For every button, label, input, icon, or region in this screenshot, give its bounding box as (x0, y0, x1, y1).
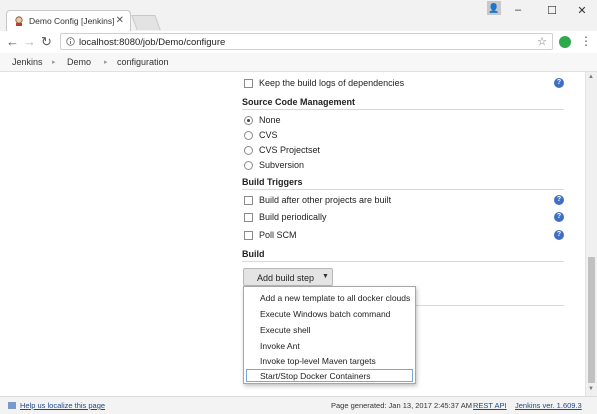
menu-item-execute-shell[interactable]: Execute shell (246, 323, 413, 336)
build-heading: Build (242, 249, 265, 259)
radio-button[interactable] (244, 131, 253, 140)
menu-item-label: Execute Windows batch command (260, 309, 391, 319)
scroll-down-arrow-icon[interactable]: ▼ (588, 386, 594, 392)
url-input[interactable]: localhost:8080/job/Demo/configure ☆ (60, 33, 553, 50)
jenkins-favicon-icon (15, 16, 23, 26)
menu-item-docker-template[interactable]: Add a new template to all docker clouds (246, 291, 413, 304)
url-text: localhost:8080/job/Demo/configure (79, 37, 226, 48)
address-bar-row: ← → ↻ localhost:8080/job/Demo/configure … (0, 31, 597, 54)
breadcrumb-jenkins[interactable]: Jenkins (12, 57, 43, 67)
vertical-scrollbar[interactable]: ▲ ▼ (585, 72, 597, 396)
trigger-label: Poll SCM (259, 230, 297, 240)
menu-item-label: Invoke top-level Maven targets (260, 356, 376, 366)
menu-item-label: Add a new template to all docker clouds (260, 293, 411, 303)
menu-item-label: Start/Stop Docker Containers (260, 371, 371, 381)
menu-item-windows-batch[interactable]: Execute Windows batch command (246, 307, 413, 320)
browser-tab[interactable]: Demo Config [Jenkins] ✕ (6, 10, 131, 31)
build-triggers-heading: Build Triggers (242, 177, 303, 187)
rest-api-link[interactable]: REST API (473, 401, 507, 410)
trigger-label: Build after other projects are built (259, 195, 392, 205)
trigger-label: Build periodically (259, 212, 327, 222)
breadcrumb-separator-icon: ▸ (104, 59, 108, 66)
bookmark-star-icon[interactable]: ☆ (537, 35, 547, 48)
add-build-step-label: Add build step (257, 273, 315, 283)
radio-button[interactable] (244, 146, 253, 155)
profile-icon[interactable]: 👤 (487, 1, 501, 15)
localize-link[interactable]: Help us localize this page (20, 401, 105, 410)
scm-option-label: CVS (259, 130, 278, 140)
reload-icon[interactable]: ↻ (41, 35, 52, 48)
checkbox[interactable] (244, 213, 253, 222)
browser-menu-icon[interactable]: ⋮ (580, 35, 592, 47)
checkbox[interactable] (244, 231, 253, 240)
page-footer: Help us localize this page Page generate… (0, 396, 597, 414)
breadcrumb-separator-icon: ▸ (52, 59, 56, 66)
add-build-step-button[interactable]: Add build step ▼ (243, 268, 333, 286)
keep-logs-label: Keep the build logs of dependencies (259, 78, 405, 88)
scm-option-label: Subversion (259, 160, 305, 170)
breadcrumb: Jenkins ▸ Demo ▸ configuration (0, 53, 597, 72)
help-icon[interactable]: ? (554, 195, 564, 205)
scm-option-label: None (259, 115, 281, 125)
divider (242, 189, 564, 190)
radio-button-selected[interactable] (244, 116, 253, 125)
help-icon[interactable]: ? (554, 230, 564, 240)
breadcrumb-configuration[interactable]: configuration (117, 57, 169, 67)
menu-item-docker-containers[interactable]: Start/Stop Docker Containers (246, 369, 413, 382)
forward-icon[interactable]: → (23, 35, 36, 48)
help-icon[interactable]: ? (554, 212, 564, 222)
tab-close-icon[interactable]: ✕ (116, 15, 124, 26)
scroll-up-arrow-icon[interactable]: ▲ (588, 74, 594, 80)
minimize-icon[interactable]: – (511, 4, 525, 16)
radio-button[interactable] (244, 161, 253, 170)
help-icon[interactable]: ? (554, 78, 564, 88)
scm-option-label: CVS Projectset (259, 145, 321, 155)
breadcrumb-demo[interactable]: Demo (67, 57, 91, 67)
menu-item-invoke-maven[interactable]: Invoke top-level Maven targets (246, 354, 413, 367)
scrollbar-thumb[interactable] (588, 257, 595, 383)
tab-title: Demo Config [Jenkins] (29, 16, 115, 26)
divider (242, 109, 564, 110)
menu-item-label: Invoke Ant (260, 341, 300, 351)
scm-heading: Source Code Management (242, 97, 356, 107)
jenkins-version-link[interactable]: Jenkins ver. 1.609.3 (515, 401, 582, 410)
checkbox[interactable] (244, 79, 253, 88)
localize-icon (8, 402, 16, 409)
back-icon[interactable]: ← (6, 35, 19, 48)
new-tab-button[interactable] (131, 15, 161, 30)
divider (242, 261, 564, 262)
divider (416, 305, 564, 306)
browser-titlebar: Demo Config [Jenkins] ✕ 👤 – ☐ ✕ (0, 0, 597, 32)
dropdown-caret-icon: ▼ (322, 273, 329, 280)
close-window-icon[interactable]: ✕ (575, 4, 589, 17)
page-generated-text: Page generated: Jan 13, 2017 2:45:37 AM (331, 401, 472, 410)
build-step-menu: Add a new template to all docker clouds … (243, 286, 416, 384)
maximize-icon[interactable]: ☐ (545, 4, 559, 17)
checkbox[interactable] (244, 196, 253, 205)
page-info-icon[interactable] (66, 37, 75, 46)
menu-item-invoke-ant[interactable]: Invoke Ant (246, 339, 413, 352)
extension-icon[interactable] (559, 36, 571, 48)
menu-item-label: Execute shell (260, 325, 311, 335)
